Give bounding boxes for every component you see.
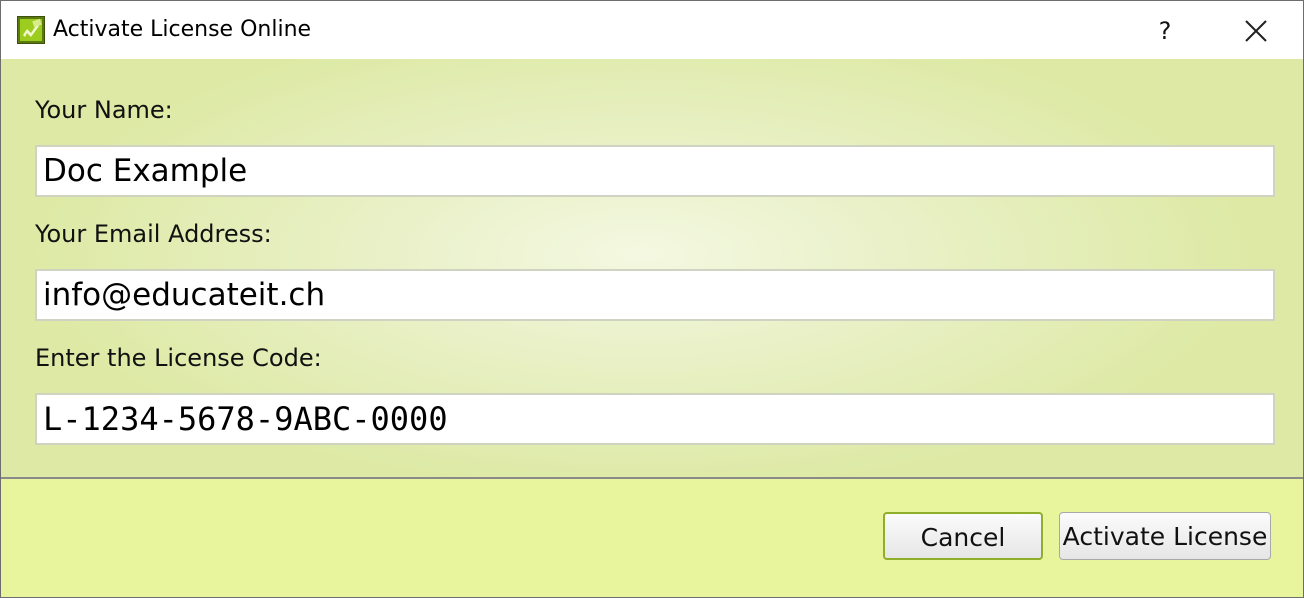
license-app-icon [17,16,45,44]
license-code-input[interactable]: L-1234-5678-9ABC-0000 [35,393,1275,445]
close-button[interactable] [1229,11,1281,51]
name-label: Your Name: [35,96,173,124]
name-input[interactable]: Doc Example [35,145,1275,197]
help-button[interactable]: ? [1141,11,1189,51]
button-bar: Cancel Activate License [1,479,1303,597]
cancel-button[interactable]: Cancel [883,512,1043,560]
title-bar[interactable]: Activate License Online ? [1,1,1303,59]
activate-license-button[interactable]: Activate License [1059,512,1271,560]
license-code-label: Enter the License Code: [35,344,322,372]
email-input[interactable]: info@educateit.ch [35,269,1275,321]
close-icon [1245,20,1267,42]
form-area: Your Name: Doc Example Your Email Addres… [1,59,1303,479]
email-label: Your Email Address: [35,220,272,248]
window-title: Activate License Online [53,17,312,42]
activate-license-dialog: Activate License Online ? Your Name: Doc… [0,0,1304,598]
